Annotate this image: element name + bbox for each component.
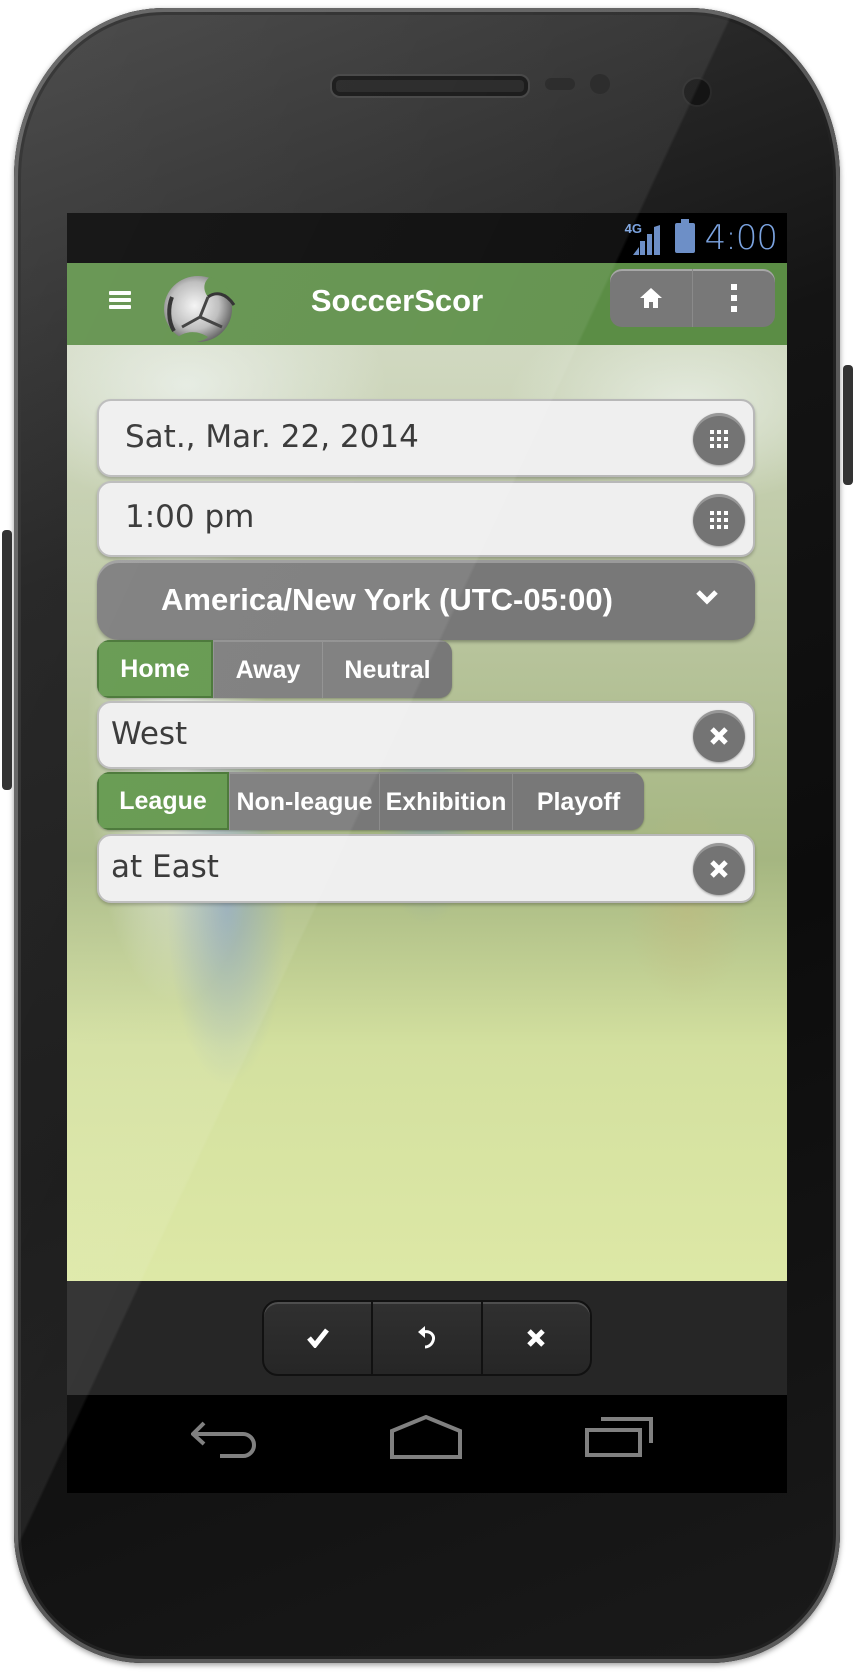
clear-icon — [710, 860, 728, 878]
clear-opponent-button[interactable] — [693, 843, 745, 895]
grid-icon — [710, 511, 728, 529]
game-type-option-league[interactable]: League — [97, 772, 229, 830]
light-sensor — [590, 74, 610, 94]
team-field[interactable]: West — [97, 701, 755, 769]
time-picker-button[interactable] — [693, 494, 745, 546]
footer-actions — [262, 1300, 592, 1376]
game-type-option-non-league[interactable]: Non-league — [229, 772, 379, 830]
time-value: 1:00 pm — [125, 499, 255, 535]
game-type-option-exhibition[interactable]: Exhibition — [379, 772, 512, 830]
date-field[interactable]: Sat., Mar. 22, 2014 — [97, 399, 755, 477]
clear-icon — [710, 727, 728, 745]
clock: 4:00 — [704, 218, 778, 258]
venue-option-neutral[interactable]: Neutral — [322, 640, 452, 698]
power-button[interactable] — [843, 365, 853, 485]
hamburger-icon — [109, 291, 131, 309]
more-options-button[interactable] — [692, 269, 775, 327]
save-button[interactable] — [264, 1302, 371, 1374]
app-title: SoccerScor — [310, 283, 484, 318]
venue-option-away[interactable]: Away — [213, 640, 322, 698]
battery-icon — [674, 219, 695, 253]
timezone-select[interactable]: America/New York (UTC-05:00) — [97, 560, 755, 640]
game-type-toggle: League Non-league Exhibition Playoff — [97, 772, 644, 830]
game-form: Sat., Mar. 22, 2014 1:00 pm America/New … — [67, 345, 787, 1281]
undo-icon — [417, 1326, 435, 1349]
back-icon[interactable] — [191, 1420, 257, 1460]
time-field[interactable]: 1:00 pm — [97, 481, 755, 557]
date-picker-button[interactable] — [693, 413, 745, 465]
header-home-button[interactable] — [610, 269, 692, 327]
home-icon — [640, 288, 662, 308]
more-vertical-icon — [731, 284, 737, 312]
recents-icon[interactable] — [585, 1417, 655, 1457]
status-bar: 4G 4:00 — [67, 213, 787, 263]
venue-toggle: Home Away Neutral — [97, 640, 452, 698]
venue-option-home[interactable]: Home — [97, 640, 213, 698]
timezone-label: America/New York (UTC-05:00) — [161, 582, 613, 617]
grid-icon — [710, 430, 728, 448]
app-header: SoccerScor — [67, 263, 787, 345]
close-icon — [527, 1329, 546, 1347]
chevron-down-icon — [696, 590, 718, 605]
header-actions — [610, 269, 775, 327]
opponent-field[interactable]: at East — [97, 834, 755, 903]
phone-screen: 4G 4:00 SoccerScor Sat., Mar. 22, 2014 1… — [67, 213, 787, 1493]
soccer-ball-logo[interactable] — [162, 271, 237, 343]
proximity-sensor — [545, 78, 575, 90]
clear-team-button[interactable] — [693, 710, 745, 762]
front-camera — [682, 77, 712, 107]
home-outline-icon[interactable] — [390, 1415, 462, 1459]
check-icon — [306, 1328, 329, 1348]
earpiece-speaker — [330, 74, 530, 98]
team-value: West — [111, 716, 188, 752]
opponent-value: at East — [111, 849, 219, 885]
game-type-option-playoff[interactable]: Playoff — [512, 772, 644, 830]
signal-4g-icon: 4G — [625, 221, 665, 255]
volume-button[interactable] — [2, 530, 12, 790]
cancel-button[interactable] — [480, 1302, 590, 1374]
menu-button[interactable] — [103, 283, 137, 317]
system-nav-bar — [67, 1395, 787, 1493]
undo-button[interactable] — [371, 1302, 480, 1374]
date-value: Sat., Mar. 22, 2014 — [125, 419, 419, 455]
footer-toolbar — [67, 1281, 787, 1395]
